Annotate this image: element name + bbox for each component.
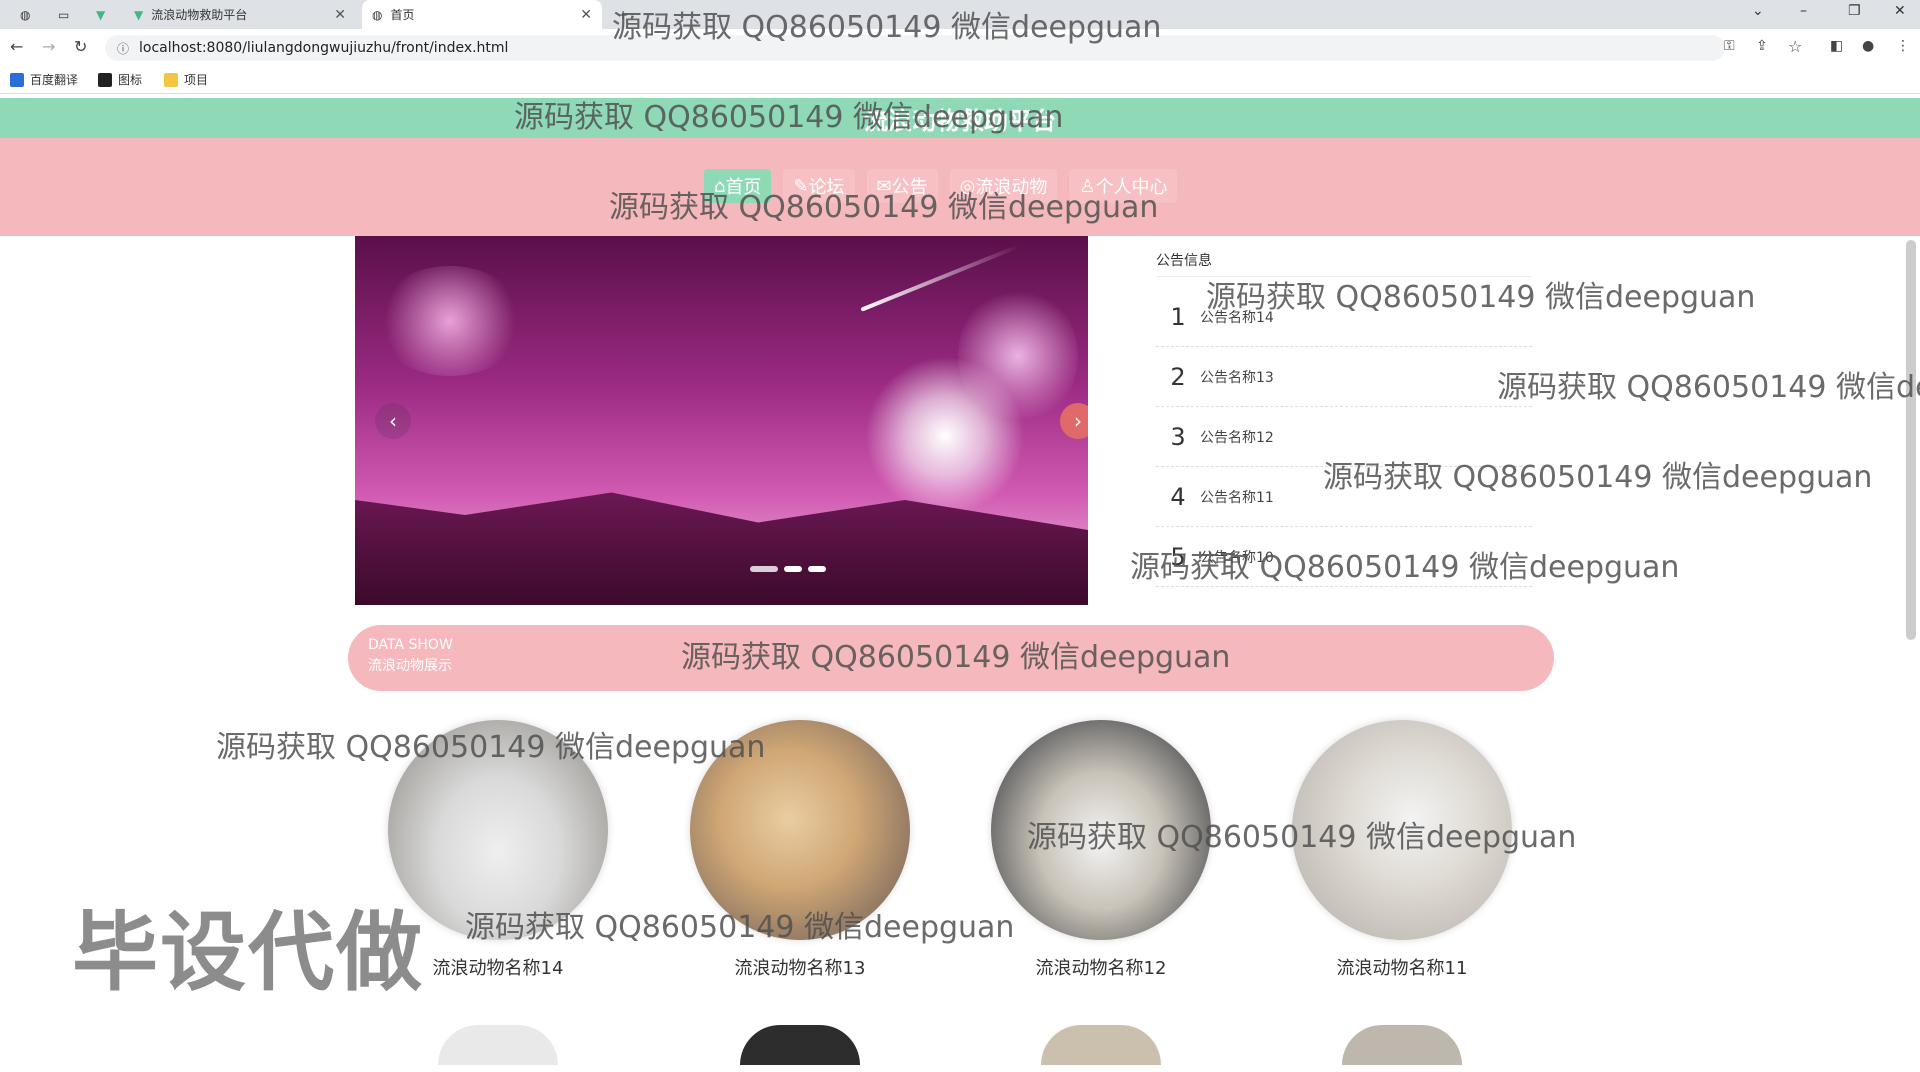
blossom-decoration <box>375 266 525 376</box>
folder-icon <box>164 72 178 87</box>
tab-title: 首页 <box>390 8 415 22</box>
animal-name[interactable]: 流浪动物名称11 <box>1292 954 1512 980</box>
key-icon[interactable]: ⚿ <box>1724 38 1735 54</box>
watermark-text: 源码获取 QQ86050149 微信deepguan <box>609 190 1159 225</box>
watermark-text: 源码获取 QQ86050149 微信deepguan <box>1323 460 1873 495</box>
watermark-text: 源码获取 QQ86050149 微信deepguan <box>1130 550 1680 585</box>
carousel-dot[interactable] <box>750 566 778 572</box>
profile-icon[interactable]: ● <box>1862 38 1874 54</box>
page-icon: ▭ <box>58 7 70 22</box>
notice-number: 3 <box>1170 422 1186 451</box>
bookmark-project[interactable]: 项目 <box>164 71 208 88</box>
share-icon[interactable]: ⇪ <box>1756 38 1768 54</box>
watermark-text: 源码获取 QQ86050149 微信deepguan <box>465 910 1015 945</box>
notice-number: 2 <box>1170 362 1186 391</box>
notice-number: 4 <box>1170 482 1186 511</box>
watermark-text: 源码获取 QQ86050149 微信deepguan <box>216 730 766 765</box>
notice-number: 1 <box>1170 302 1186 331</box>
watermark-text: 源码获取 QQ86050149 微信deepguan <box>1497 370 1920 405</box>
watermark-text: 源码获取 QQ86050149 微信deepguan <box>514 100 1064 135</box>
notice-item[interactable]: 2 公告名称13 <box>1156 347 1532 407</box>
close-tab-icon[interactable]: ✕ <box>580 7 592 23</box>
bookmarks-bar: 百度翻译 图标 项目 <box>0 66 1920 94</box>
watermark-text: 源码获取 QQ86050149 微信deepguan <box>1206 280 1756 315</box>
tab-platform[interactable]: ▼ 流浪动物救助平台 ✕ <box>124 0 356 29</box>
globe-icon: ◍ <box>372 7 383 22</box>
tab-pinned-3[interactable]: ▼ <box>86 0 122 29</box>
animal-photo-partial[interactable] <box>740 1025 860 1065</box>
translate-icon <box>10 72 24 87</box>
globe-icon: ◍ <box>20 7 31 22</box>
notice-name: 公告名称13 <box>1200 369 1274 386</box>
back-button[interactable]: ← <box>10 37 23 56</box>
bookmark-label: 项目 <box>184 73 209 87</box>
bookmark-label: 图标 <box>118 73 143 87</box>
tab-pinned-2[interactable]: ▭ <box>48 0 84 29</box>
animal-photo-partial[interactable] <box>438 1025 558 1065</box>
carousel-indicators <box>750 566 826 572</box>
carousel-prev-button[interactable]: ‹ <box>375 403 411 439</box>
url-text: localhost:8080/liulangdongwujiuzhu/front… <box>139 40 509 56</box>
firework-decoration <box>865 356 1025 516</box>
carousel-dot[interactable] <box>784 566 802 572</box>
info-icon[interactable]: ⓘ <box>117 40 129 57</box>
watermark-text: 源码获取 QQ86050149 微信deepguan <box>612 10 1162 45</box>
bookmark-label: 百度翻译 <box>30 73 79 87</box>
tab-pinned-1[interactable]: ◍ <box>10 0 46 29</box>
tab-search-icon[interactable]: ⌄ <box>1752 0 1764 22</box>
chevron-left-icon: ‹ <box>389 409 397 433</box>
watermark-text: 源码获取 QQ86050149 微信deepguan <box>681 640 1231 675</box>
animal-name[interactable]: 流浪动物名称13 <box>690 954 910 980</box>
watermark-big: 毕设代做 <box>72 903 424 1003</box>
close-window-button[interactable]: ✕ <box>1894 0 1906 22</box>
vue-icon: ▼ <box>96 7 106 22</box>
forward-button[interactable]: → <box>42 37 55 56</box>
tab-home[interactable]: ◍ 首页 ✕ <box>362 0 602 29</box>
minimize-button[interactable]: – <box>1800 0 1807 22</box>
vue-icon: ▼ <box>134 7 144 22</box>
notice-name: 公告名称12 <box>1200 429 1274 446</box>
carousel-next-button[interactable]: › <box>1060 403 1088 439</box>
menu-icon[interactable]: ⋮ <box>1896 38 1910 54</box>
reload-button[interactable]: ↻ <box>74 37 87 56</box>
sidepanel-icon[interactable]: ◧ <box>1830 38 1843 54</box>
carousel-dot[interactable] <box>808 566 826 572</box>
star-icon[interactable]: ☆ <box>1788 37 1802 56</box>
image-icon <box>98 72 112 87</box>
bookmark-icons[interactable]: 图标 <box>98 71 142 88</box>
animal-photo-partial[interactable] <box>1041 1025 1161 1065</box>
banner-carousel[interactable]: ‹ › <box>355 236 1088 605</box>
chevron-right-icon: › <box>1074 409 1082 433</box>
restore-button[interactable]: ❐ <box>1848 0 1861 22</box>
page-scrollbar[interactable] <box>1906 240 1916 640</box>
notice-name: 公告名称11 <box>1200 489 1274 506</box>
animal-photo-partial[interactable] <box>1342 1025 1462 1065</box>
bookmark-baidu-translate[interactable]: 百度翻译 <box>10 71 78 88</box>
tab-title: 流浪动物救助平台 <box>151 8 248 22</box>
close-tab-icon[interactable]: ✕ <box>334 7 346 23</box>
watermark-text: 源码获取 QQ86050149 微信deepguan <box>1027 820 1577 855</box>
animal-name[interactable]: 流浪动物名称12 <box>991 954 1211 980</box>
